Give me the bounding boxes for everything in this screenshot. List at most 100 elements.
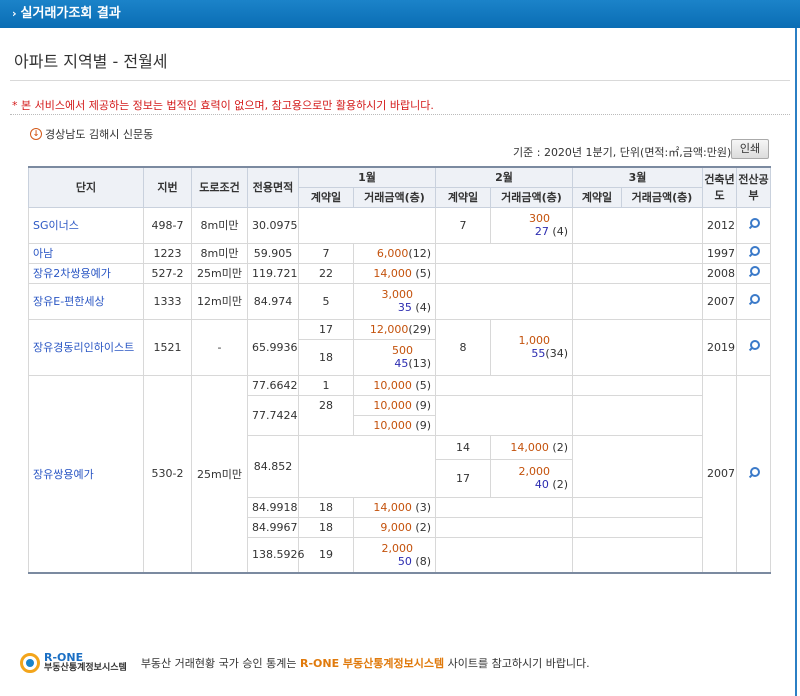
page-title: 아파트 지역별 - 전월세 <box>14 52 168 71</box>
complex-name[interactable]: 장유쌍용예가 <box>28 374 144 574</box>
magnifier-icon[interactable] <box>748 266 760 277</box>
amount-value: 10,000 <box>373 378 412 392</box>
col-road: 도로조건 <box>191 166 248 208</box>
rent-amount: 27 <box>534 225 549 238</box>
floor-value: (5) <box>415 266 431 280</box>
footer: R-ONE 부동산통계정보시스템 부동산 거래현황 국가 승인 통계는 R-ON… <box>20 652 590 674</box>
divider <box>10 80 790 81</box>
r-one-logo-icon <box>20 653 40 673</box>
complex-name[interactable]: 장유2차쌍용예가 <box>28 262 144 284</box>
col-contract-day: 계약일 <box>435 186 491 208</box>
empty-cell <box>572 394 703 436</box>
complex-name[interactable]: 장유E-편한세상 <box>28 282 144 320</box>
amount-cell: 10,000 (9) <box>353 394 436 416</box>
floor-value: (9) <box>415 418 431 432</box>
contract-day: 1 <box>298 374 354 396</box>
area-value: 77.7424 <box>247 394 299 436</box>
deposit-amount: 1,000 <box>518 334 551 347</box>
floor-value: (8) <box>415 554 431 568</box>
road-condition: 8m미만 <box>191 206 248 244</box>
contract-day: 18 <box>298 338 354 376</box>
floor-value: (9) <box>415 398 431 412</box>
magnifier-icon[interactable] <box>748 246 760 257</box>
search-cell[interactable] <box>736 318 771 376</box>
road-condition: 25m미만 <box>191 262 248 284</box>
search-cell[interactable] <box>736 262 771 284</box>
title-bar: › 실거래가조회 결과 <box>0 0 800 28</box>
magnifier-icon[interactable] <box>748 340 760 351</box>
floor-value: (34) <box>545 347 568 360</box>
build-year: 2019 <box>702 318 737 376</box>
location-label: ↓ 경상남도 김해시 신문동 <box>30 126 153 142</box>
empty-cell <box>298 206 436 244</box>
frame-border <box>795 28 797 696</box>
empty-cell <box>572 206 703 244</box>
table-row: SG이너스 498-7 8m미만 30.0975 7 300 27 (4) 20… <box>28 206 771 244</box>
deposit-amount: 2,000 <box>381 541 414 555</box>
build-year: 2007 <box>702 374 737 574</box>
table-row: 장유E-편한세상 1333 12m미만 84.974 5 3,000 35 (4… <box>28 282 771 320</box>
results-table: 단지 지번 도로조건 전용면적 1월 2월 3월 건축년도 전산공부 계약일 거… <box>28 166 771 574</box>
empty-cell <box>572 434 703 498</box>
contract-day: 8 <box>435 318 491 376</box>
area-value: 84.9918 <box>247 496 299 518</box>
empty-cell <box>298 434 436 498</box>
footer-text-post: 사이트를 참고하시기 바랍니다. <box>444 657 590 670</box>
amount-cell: 9,000 (2) <box>353 516 436 538</box>
col-month-2: 2월 <box>435 166 573 188</box>
magnifier-icon[interactable] <box>748 218 760 229</box>
r-one-logo[interactable]: R-ONE 부동산통계정보시스템 <box>20 652 127 674</box>
col-month-1: 1월 <box>298 166 436 188</box>
complex-name[interactable]: 아남 <box>28 242 144 264</box>
empty-cell <box>435 282 573 320</box>
road-condition: - <box>191 318 248 376</box>
empty-cell <box>435 262 573 284</box>
empty-cell <box>572 496 703 518</box>
area-value: 65.9936 <box>247 318 299 376</box>
road-condition: 12m미만 <box>191 282 248 320</box>
contract-day: 18 <box>298 496 354 518</box>
location-text: 경상남도 김해시 신문동 <box>45 128 154 141</box>
table-row: 장유쌍용예가 530-2 25m미만 77.6642 1 10,000 (5) … <box>28 374 771 574</box>
print-button[interactable]: 인쇄 <box>731 139 769 159</box>
complex-name[interactable]: SG이너스 <box>28 206 144 244</box>
empty-cell <box>572 242 703 264</box>
amount-value: 14,000 <box>510 440 549 454</box>
info-icon: ↓ <box>30 128 42 140</box>
col-contract-day: 계약일 <box>572 186 622 208</box>
empty-cell <box>572 318 703 376</box>
contract-day: 7 <box>435 206 491 244</box>
road-condition: 25m미만 <box>191 374 248 574</box>
rent-amount: 50 <box>397 554 412 568</box>
area-value: 84.9967 <box>247 516 299 538</box>
floor-value: (2) <box>415 520 431 534</box>
amount-cell: 2,000 40 (2) <box>490 458 573 498</box>
lot-number: 1521 <box>143 318 192 376</box>
amount-cell: 10,000 (9) <box>353 414 436 436</box>
magnifier-icon[interactable] <box>748 294 760 305</box>
amount-value: 12,000 <box>369 322 409 336</box>
rent-amount: 45 <box>394 357 409 370</box>
search-cell[interactable] <box>736 206 771 244</box>
brand-subtitle: 부동산통계정보시스템 <box>44 663 127 673</box>
contract-day: 19 <box>298 536 354 574</box>
lot-number: 1333 <box>143 282 192 320</box>
empty-cell <box>435 374 573 396</box>
amount-value: 14,000 <box>373 500 412 514</box>
footer-link[interactable]: R-ONE 부동산통계정보시스템 <box>300 657 444 670</box>
search-cell[interactable] <box>736 242 771 264</box>
lot-number: 527-2 <box>143 262 192 284</box>
basis-text: 기준 : 2020년 1분기, 단위(면적:㎡,금액:만원) <box>513 146 732 159</box>
empty-cell <box>435 536 573 574</box>
search-cell[interactable] <box>736 374 771 574</box>
floor-value: (2) <box>552 478 568 491</box>
lot-number: 1223 <box>143 242 192 264</box>
area-value: 84.974 <box>247 282 299 320</box>
col-lot: 지번 <box>143 166 192 208</box>
magnifier-icon[interactable] <box>748 466 760 478</box>
search-cell[interactable] <box>736 282 771 320</box>
complex-name[interactable]: 장유경동리인하이스트 <box>28 318 144 376</box>
amount-cell: 300 27 (4) <box>490 206 573 244</box>
area-value: 138.5926 <box>247 536 305 574</box>
table-row: 장유경동리인하이스트 1521 - 65.9936 17 12,000(29) … <box>28 318 771 376</box>
